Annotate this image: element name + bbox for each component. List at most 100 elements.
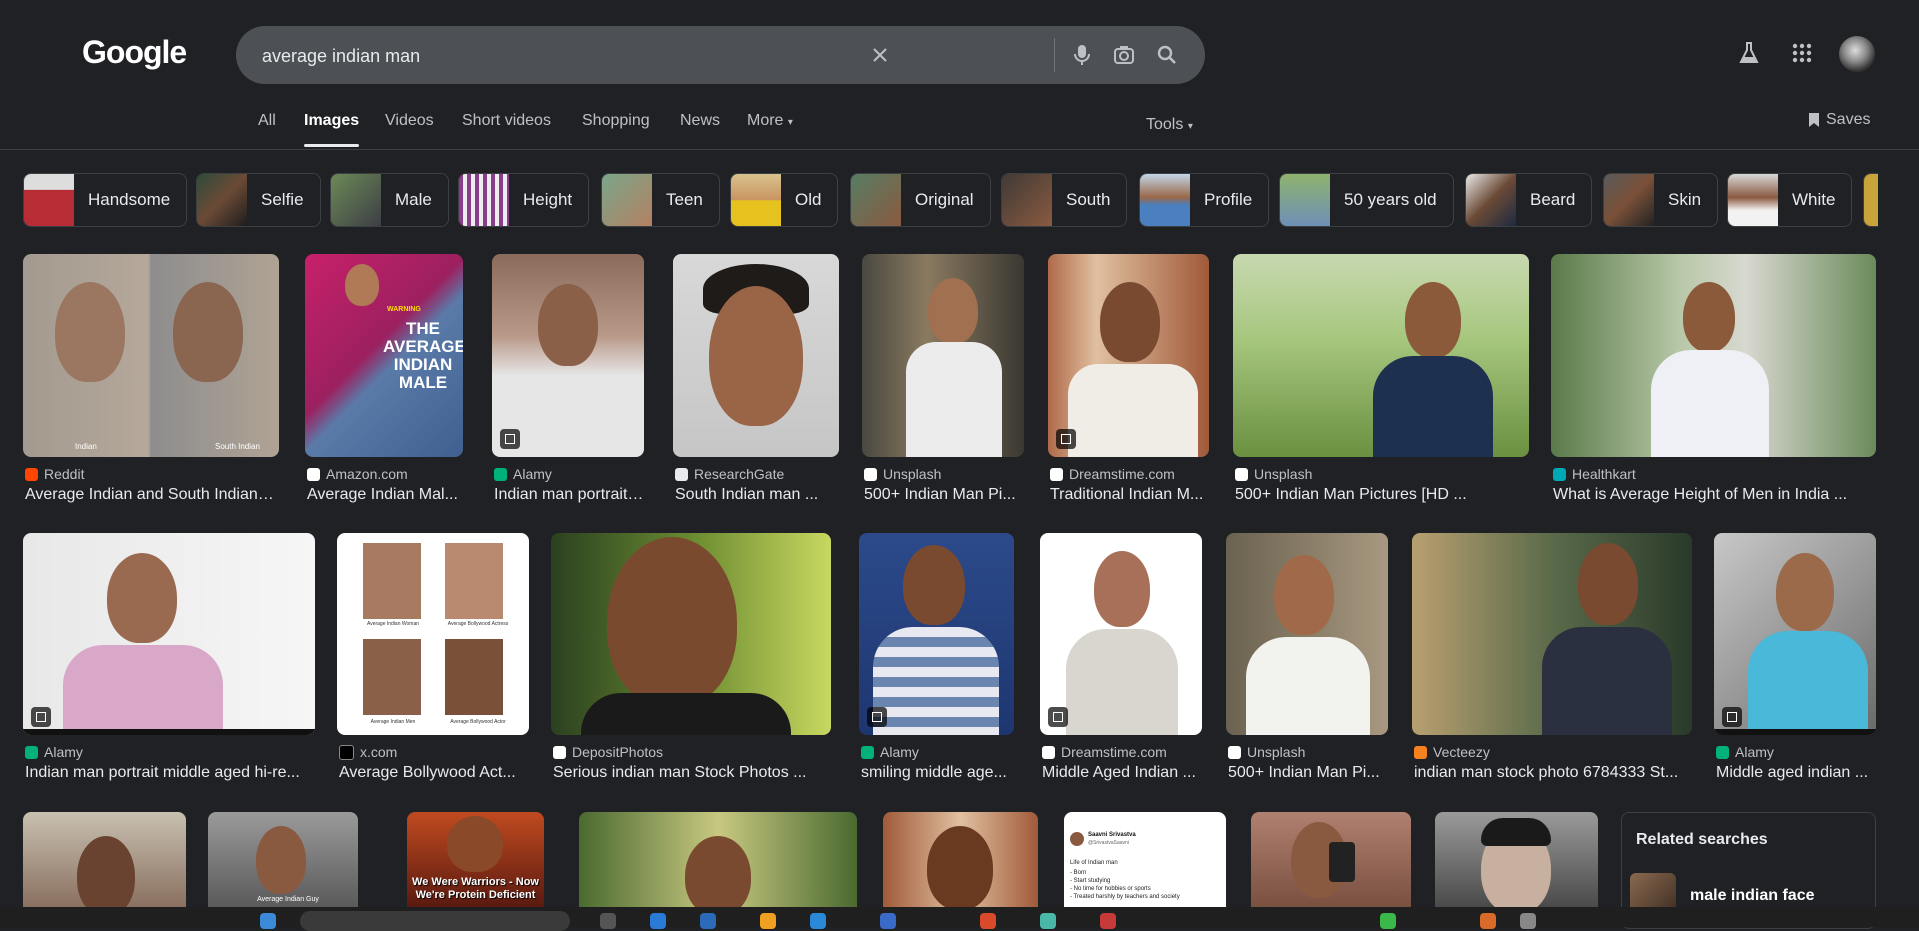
chip-handsome[interactable]: Handsome (23, 173, 188, 227)
image-caption: Average Bollywood Actress (447, 621, 509, 627)
result-image[interactable] (1233, 254, 1529, 457)
result-title[interactable]: 500+ Indian Man Pi... (864, 486, 1024, 504)
image-result[interactable]: ResearchGate South Indian man ... (673, 254, 839, 510)
result-title[interactable]: 500+ Indian Man Pi... (1228, 764, 1388, 782)
result-title[interactable]: Average Indian and South Indian ... (25, 486, 275, 504)
chip-more[interactable] (1863, 173, 1878, 227)
result-image[interactable]: Indian South Indian (23, 254, 279, 457)
tab-videos[interactable]: Videos (385, 112, 434, 130)
clear-icon[interactable] (866, 41, 894, 69)
tab-news[interactable]: News (680, 112, 720, 130)
lens-camera-icon[interactable] (1110, 41, 1138, 69)
image-result[interactable]: Alamy Middle aged indian ... (1714, 533, 1876, 789)
image-result[interactable]: THE AVERAGE INDIAN MALE WARNING Amazon.c… (305, 254, 463, 510)
result-image[interactable]: Average Indian Woman Average Bollywood A… (337, 533, 529, 735)
image-result[interactable]: Average Indian Guy (208, 812, 358, 907)
result-image[interactable]: We Were Warriors - Now We're Protein Def… (407, 812, 544, 907)
image-result[interactable]: Indian South Indian Reddit Average India… (23, 254, 279, 510)
image-result[interactable]: Healthkart What is Average Height of Men… (1551, 254, 1876, 510)
image-result[interactable]: Alamy smiling middle age... (859, 533, 1014, 789)
result-image[interactable] (492, 254, 644, 457)
result-image[interactable]: THE AVERAGE INDIAN MALE WARNING (305, 254, 463, 457)
image-result[interactable] (1435, 812, 1598, 907)
microphone-icon[interactable] (1068, 41, 1096, 69)
image-result[interactable]: Unsplash 500+ Indian Man Pi... (1226, 533, 1388, 789)
search-box[interactable] (236, 26, 1205, 86)
image-result[interactable]: Unsplash 500+ Indian Man Pictures [HD ..… (1233, 254, 1529, 510)
result-title[interactable]: Traditional Indian M... (1050, 486, 1209, 504)
result-title[interactable]: South Indian man ... (675, 486, 839, 504)
chip-white[interactable]: White (1727, 173, 1853, 227)
result-title[interactable]: smiling middle age... (861, 764, 1014, 782)
result-image[interactable] (859, 533, 1014, 735)
image-result[interactable]: Average Indian Woman Average Bollywood A… (337, 533, 529, 789)
result-title[interactable]: Indian man portrait ... (494, 486, 644, 504)
image-result[interactable]: Vecteezy indian man stock photo 6784333 … (1412, 533, 1692, 789)
result-image[interactable] (23, 812, 186, 907)
tab-short-videos[interactable]: Short videos (462, 112, 551, 130)
chip-beard[interactable]: Beard (1465, 173, 1593, 227)
image-result[interactable]: DepositPhotos Serious indian man Stock P… (551, 533, 831, 789)
image-result[interactable] (23, 812, 186, 907)
image-result[interactable]: Alamy Indian man portrait middle aged hi… (23, 533, 315, 789)
result-image[interactable] (1226, 533, 1388, 735)
result-title[interactable]: Average Indian Mal... (307, 486, 463, 504)
search-icon[interactable] (1153, 41, 1181, 69)
result-title[interactable]: 500+ Indian Man Pictures [HD ... (1235, 486, 1529, 504)
result-image[interactable] (23, 533, 315, 735)
result-image[interactable] (1412, 533, 1692, 735)
result-image[interactable] (551, 533, 831, 735)
result-image[interactable] (673, 254, 839, 457)
result-title[interactable]: Indian man portrait middle aged hi-re... (25, 764, 315, 782)
image-result[interactable]: Dreamstime.com Middle Aged Indian ... (1040, 533, 1202, 789)
tab-images[interactable]: Images (304, 112, 360, 147)
result-title[interactable]: Serious indian man Stock Photos ... (553, 764, 831, 782)
result-image[interactable] (1048, 254, 1209, 457)
tab-more[interactable]: More ▾ (747, 112, 793, 130)
result-source: Unsplash (1228, 744, 1305, 760)
chip-50-years-old[interactable]: 50 years old (1279, 173, 1454, 227)
chip-height[interactable]: Height (458, 173, 590, 227)
chip-original[interactable]: Original (850, 173, 991, 227)
image-result[interactable]: Alamy Indian man portrait ... (492, 254, 644, 510)
result-image[interactable] (862, 254, 1024, 457)
result-image[interactable] (1714, 533, 1876, 735)
image-result[interactable] (1251, 812, 1411, 907)
apps-grid-icon[interactable] (1787, 38, 1817, 68)
image-result[interactable] (883, 812, 1038, 907)
image-result[interactable]: Saavni Srivastva @SrivastvaSaavni Life o… (1064, 812, 1226, 907)
result-title[interactable]: indian man stock photo 6784333 St... (1414, 764, 1692, 782)
tab-all[interactable]: All (258, 112, 276, 130)
account-avatar[interactable] (1839, 36, 1875, 72)
result-image[interactable] (1251, 812, 1411, 907)
result-title[interactable]: Middle Aged Indian ... (1042, 764, 1202, 782)
image-result[interactable]: Dreamstime.com Traditional Indian M... (1048, 254, 1209, 510)
chip-south[interactable]: South (1001, 173, 1128, 227)
chip-profile[interactable]: Profile (1139, 173, 1270, 227)
taskbar-search[interactable] (300, 911, 570, 931)
result-image[interactable] (1551, 254, 1876, 457)
result-image[interactable]: Average Indian Guy (208, 812, 358, 907)
saves-button[interactable]: Saves (1808, 111, 1870, 129)
result-title[interactable]: What is Average Height of Men in India .… (1553, 486, 1876, 504)
dreamstime-favicon-icon (1042, 745, 1055, 759)
result-image[interactable] (1435, 812, 1598, 907)
chip-old[interactable]: Old (730, 173, 839, 227)
result-image[interactable] (579, 812, 857, 907)
result-title[interactable]: Average Bollywood Act... (339, 764, 529, 782)
google-logo[interactable]: Google (82, 34, 187, 71)
result-image[interactable]: Saavni Srivastva @SrivastvaSaavni Life o… (1064, 812, 1226, 907)
chip-skin[interactable]: Skin (1603, 173, 1719, 227)
chip-teen[interactable]: Teen (601, 173, 720, 227)
result-image[interactable] (883, 812, 1038, 907)
image-result[interactable]: Unsplash 500+ Indian Man Pi... (862, 254, 1024, 510)
labs-flask-icon[interactable] (1734, 38, 1764, 68)
tools-button[interactable]: Tools ▾ (1146, 116, 1193, 134)
result-image[interactable] (1040, 533, 1202, 735)
chip-male[interactable]: Male (330, 173, 449, 227)
result-title[interactable]: Middle aged indian ... (1716, 764, 1876, 782)
chip-selfie[interactable]: Selfie (196, 173, 321, 227)
image-result[interactable]: We Were Warriors - Now We're Protein Def… (407, 812, 544, 907)
image-result[interactable] (579, 812, 857, 907)
tab-shopping[interactable]: Shopping (582, 112, 650, 130)
